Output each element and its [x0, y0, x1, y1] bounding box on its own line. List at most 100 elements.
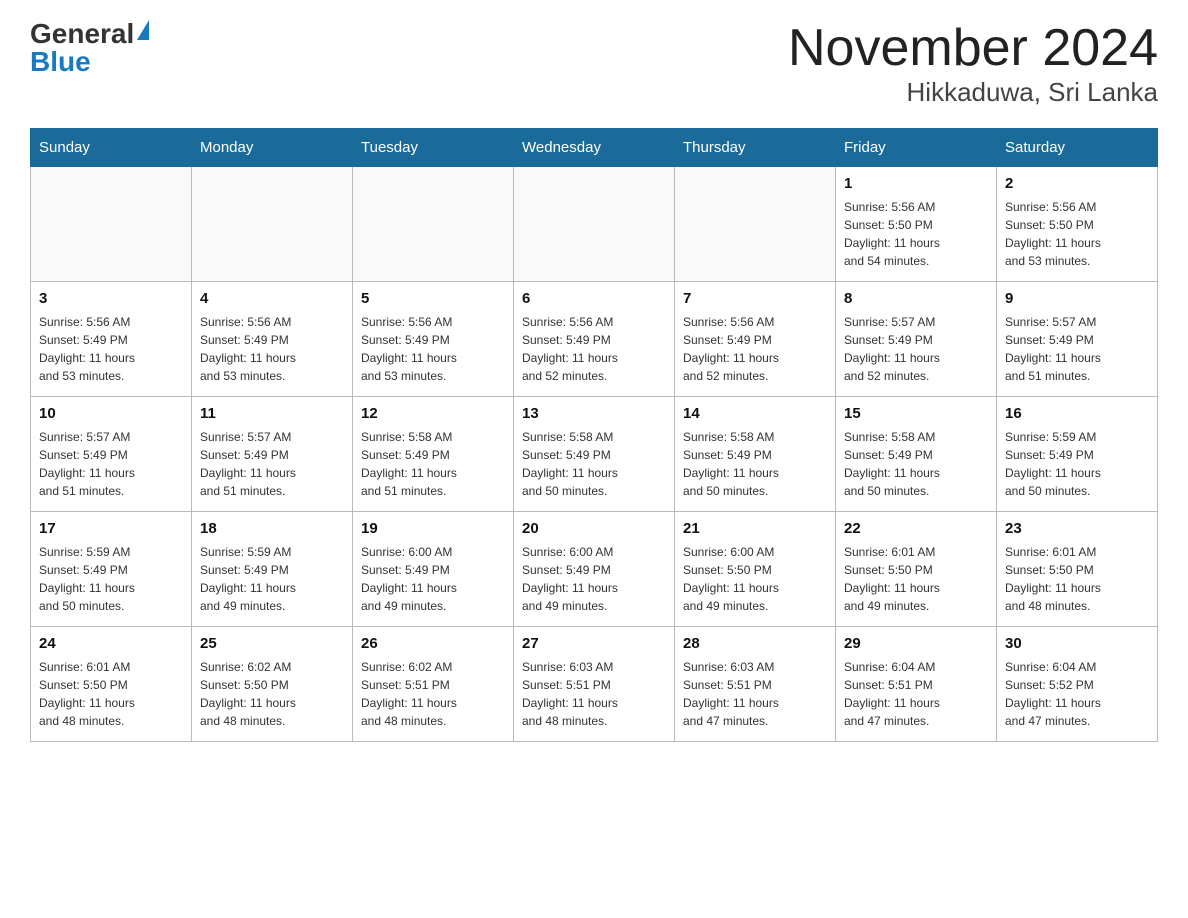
day-number: 8	[844, 288, 988, 311]
calendar-cell: 30Sunrise: 6:04 AMSunset: 5:52 PMDayligh…	[997, 627, 1158, 742]
calendar-cell: 2Sunrise: 5:56 AMSunset: 5:50 PMDaylight…	[997, 167, 1158, 282]
day-number: 14	[683, 403, 827, 426]
day-info: Sunrise: 6:04 AMSunset: 5:52 PMDaylight:…	[1005, 658, 1149, 730]
day-number: 25	[200, 633, 344, 656]
day-number: 3	[39, 288, 183, 311]
day-info: Sunrise: 5:56 AMSunset: 5:50 PMDaylight:…	[1005, 198, 1149, 270]
calendar-cell: 12Sunrise: 5:58 AMSunset: 5:49 PMDayligh…	[353, 397, 514, 512]
logo-triangle-icon	[137, 20, 149, 40]
calendar-cell: 1Sunrise: 5:56 AMSunset: 5:50 PMDaylight…	[836, 167, 997, 282]
day-number: 6	[522, 288, 666, 311]
day-info: Sunrise: 5:59 AMSunset: 5:49 PMDaylight:…	[200, 543, 344, 615]
week-row-3: 10Sunrise: 5:57 AMSunset: 5:49 PMDayligh…	[31, 397, 1158, 512]
calendar-cell	[514, 167, 675, 282]
logo: General Blue	[30, 20, 149, 76]
calendar-cell: 4Sunrise: 5:56 AMSunset: 5:49 PMDaylight…	[192, 282, 353, 397]
day-number: 28	[683, 633, 827, 656]
day-header-monday: Monday	[192, 129, 353, 167]
calendar-cell	[192, 167, 353, 282]
day-number: 16	[1005, 403, 1149, 426]
day-number: 11	[200, 403, 344, 426]
day-info: Sunrise: 6:00 AMSunset: 5:49 PMDaylight:…	[361, 543, 505, 615]
day-header-tuesday: Tuesday	[353, 129, 514, 167]
day-info: Sunrise: 6:01 AMSunset: 5:50 PMDaylight:…	[844, 543, 988, 615]
day-number: 17	[39, 518, 183, 541]
day-info: Sunrise: 5:57 AMSunset: 5:49 PMDaylight:…	[200, 428, 344, 500]
day-info: Sunrise: 6:02 AMSunset: 5:50 PMDaylight:…	[200, 658, 344, 730]
calendar-cell: 19Sunrise: 6:00 AMSunset: 5:49 PMDayligh…	[353, 512, 514, 627]
day-info: Sunrise: 5:57 AMSunset: 5:49 PMDaylight:…	[39, 428, 183, 500]
day-header-wednesday: Wednesday	[514, 129, 675, 167]
day-info: Sunrise: 6:01 AMSunset: 5:50 PMDaylight:…	[39, 658, 183, 730]
calendar-cell: 25Sunrise: 6:02 AMSunset: 5:50 PMDayligh…	[192, 627, 353, 742]
calendar-cell: 3Sunrise: 5:56 AMSunset: 5:49 PMDaylight…	[31, 282, 192, 397]
day-number: 12	[361, 403, 505, 426]
day-number: 24	[39, 633, 183, 656]
calendar-table: SundayMondayTuesdayWednesdayThursdayFrid…	[30, 128, 1158, 742]
month-title: November 2024	[788, 20, 1158, 77]
day-number: 13	[522, 403, 666, 426]
day-info: Sunrise: 5:58 AMSunset: 5:49 PMDaylight:…	[683, 428, 827, 500]
day-number: 2	[1005, 173, 1149, 196]
day-info: Sunrise: 5:59 AMSunset: 5:49 PMDaylight:…	[1005, 428, 1149, 500]
calendar-cell: 23Sunrise: 6:01 AMSunset: 5:50 PMDayligh…	[997, 512, 1158, 627]
day-number: 27	[522, 633, 666, 656]
logo-blue-text: Blue	[30, 48, 91, 76]
day-number: 26	[361, 633, 505, 656]
day-info: Sunrise: 5:58 AMSunset: 5:49 PMDaylight:…	[844, 428, 988, 500]
day-info: Sunrise: 6:01 AMSunset: 5:50 PMDaylight:…	[1005, 543, 1149, 615]
title-area: November 2024 Hikkaduwa, Sri Lanka	[788, 20, 1158, 108]
day-info: Sunrise: 5:56 AMSunset: 5:49 PMDaylight:…	[200, 313, 344, 385]
week-row-5: 24Sunrise: 6:01 AMSunset: 5:50 PMDayligh…	[31, 627, 1158, 742]
day-info: Sunrise: 6:00 AMSunset: 5:49 PMDaylight:…	[522, 543, 666, 615]
day-header-friday: Friday	[836, 129, 997, 167]
calendar-cell: 26Sunrise: 6:02 AMSunset: 5:51 PMDayligh…	[353, 627, 514, 742]
day-number: 1	[844, 173, 988, 196]
week-row-1: 1Sunrise: 5:56 AMSunset: 5:50 PMDaylight…	[31, 167, 1158, 282]
calendar-cell: 21Sunrise: 6:00 AMSunset: 5:50 PMDayligh…	[675, 512, 836, 627]
calendar-cell	[31, 167, 192, 282]
day-header-saturday: Saturday	[997, 129, 1158, 167]
day-number: 20	[522, 518, 666, 541]
calendar-cell: 20Sunrise: 6:00 AMSunset: 5:49 PMDayligh…	[514, 512, 675, 627]
calendar-cell: 27Sunrise: 6:03 AMSunset: 5:51 PMDayligh…	[514, 627, 675, 742]
calendar-cell: 18Sunrise: 5:59 AMSunset: 5:49 PMDayligh…	[192, 512, 353, 627]
day-info: Sunrise: 6:02 AMSunset: 5:51 PMDaylight:…	[361, 658, 505, 730]
day-info: Sunrise: 5:56 AMSunset: 5:49 PMDaylight:…	[39, 313, 183, 385]
calendar-cell: 10Sunrise: 5:57 AMSunset: 5:49 PMDayligh…	[31, 397, 192, 512]
day-number: 18	[200, 518, 344, 541]
day-info: Sunrise: 5:58 AMSunset: 5:49 PMDaylight:…	[522, 428, 666, 500]
calendar-cell: 6Sunrise: 5:56 AMSunset: 5:49 PMDaylight…	[514, 282, 675, 397]
day-info: Sunrise: 5:56 AMSunset: 5:49 PMDaylight:…	[361, 313, 505, 385]
header: General Blue November 2024 Hikkaduwa, Sr…	[30, 20, 1158, 108]
day-number: 7	[683, 288, 827, 311]
day-number: 15	[844, 403, 988, 426]
calendar-cell: 14Sunrise: 5:58 AMSunset: 5:49 PMDayligh…	[675, 397, 836, 512]
day-header-thursday: Thursday	[675, 129, 836, 167]
day-number: 9	[1005, 288, 1149, 311]
calendar-cell: 16Sunrise: 5:59 AMSunset: 5:49 PMDayligh…	[997, 397, 1158, 512]
calendar-cell: 9Sunrise: 5:57 AMSunset: 5:49 PMDaylight…	[997, 282, 1158, 397]
day-number: 19	[361, 518, 505, 541]
logo-general-text: General	[30, 20, 134, 48]
day-info: Sunrise: 6:03 AMSunset: 5:51 PMDaylight:…	[522, 658, 666, 730]
day-number: 30	[1005, 633, 1149, 656]
day-number: 10	[39, 403, 183, 426]
calendar-cell: 22Sunrise: 6:01 AMSunset: 5:50 PMDayligh…	[836, 512, 997, 627]
week-row-2: 3Sunrise: 5:56 AMSunset: 5:49 PMDaylight…	[31, 282, 1158, 397]
day-info: Sunrise: 6:03 AMSunset: 5:51 PMDaylight:…	[683, 658, 827, 730]
calendar-cell: 7Sunrise: 5:56 AMSunset: 5:49 PMDaylight…	[675, 282, 836, 397]
day-number: 29	[844, 633, 988, 656]
calendar-cell: 13Sunrise: 5:58 AMSunset: 5:49 PMDayligh…	[514, 397, 675, 512]
day-header-sunday: Sunday	[31, 129, 192, 167]
day-info: Sunrise: 6:00 AMSunset: 5:50 PMDaylight:…	[683, 543, 827, 615]
calendar-cell: 11Sunrise: 5:57 AMSunset: 5:49 PMDayligh…	[192, 397, 353, 512]
day-number: 21	[683, 518, 827, 541]
day-info: Sunrise: 5:59 AMSunset: 5:49 PMDaylight:…	[39, 543, 183, 615]
day-number: 4	[200, 288, 344, 311]
day-info: Sunrise: 5:56 AMSunset: 5:50 PMDaylight:…	[844, 198, 988, 270]
calendar-cell: 5Sunrise: 5:56 AMSunset: 5:49 PMDaylight…	[353, 282, 514, 397]
day-number: 5	[361, 288, 505, 311]
day-number: 22	[844, 518, 988, 541]
calendar-cell: 17Sunrise: 5:59 AMSunset: 5:49 PMDayligh…	[31, 512, 192, 627]
